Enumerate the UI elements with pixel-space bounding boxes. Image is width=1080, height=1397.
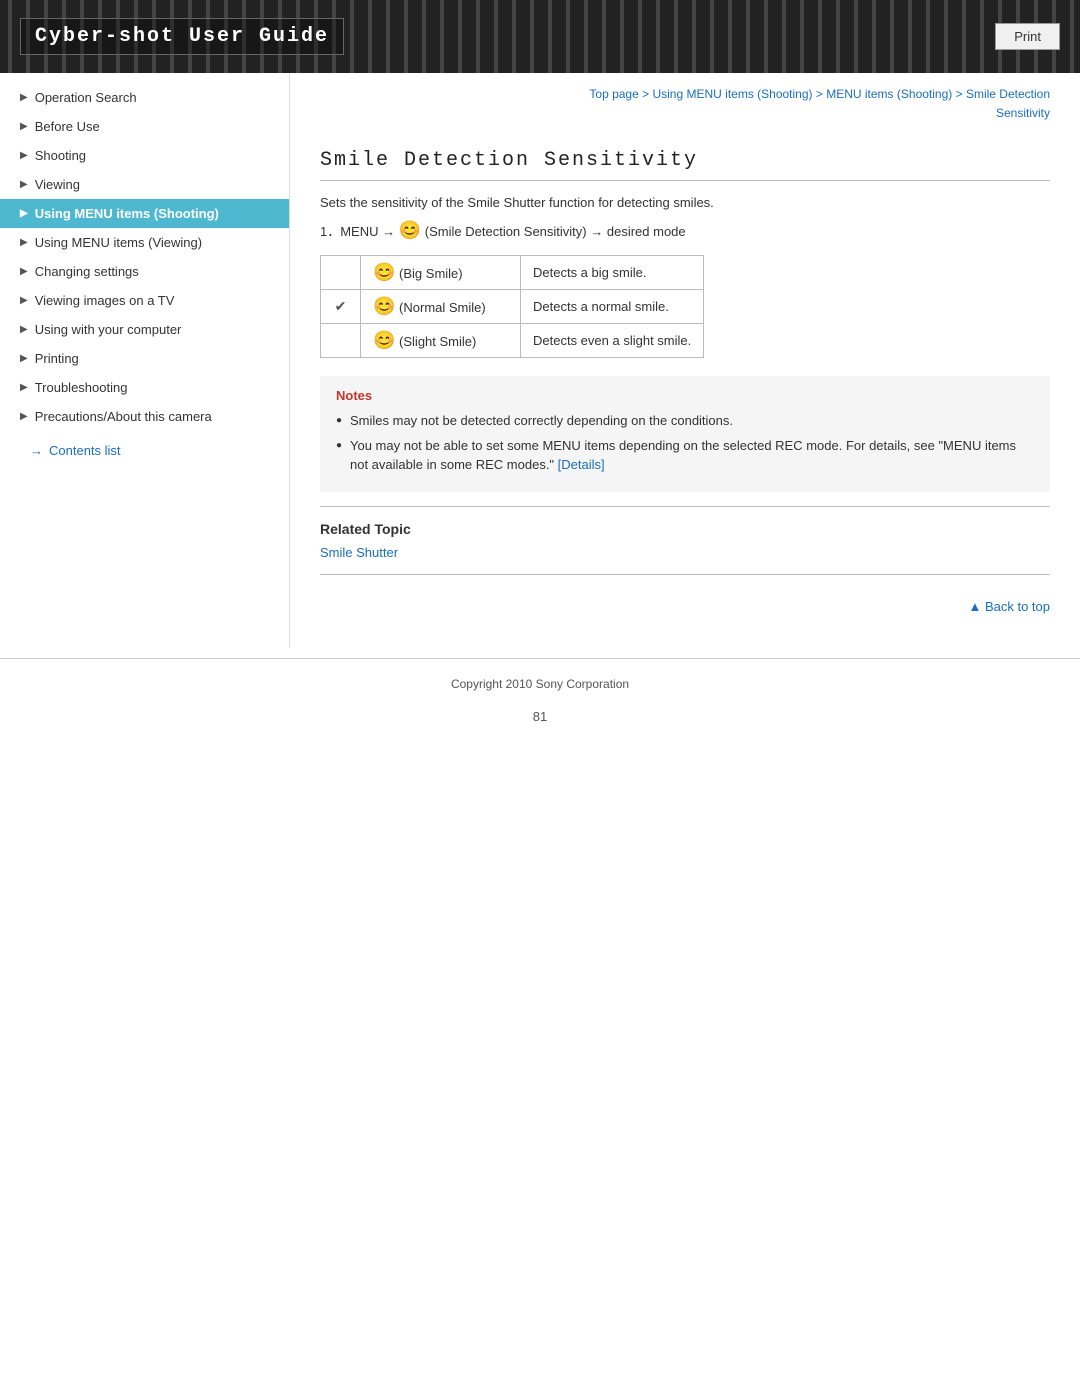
sidebar-arrow-11: ▶ xyxy=(20,411,28,422)
content-area: Top page > Using MENU items (Shooting) >… xyxy=(290,73,1080,648)
related-topic-title: Related Topic xyxy=(320,521,1050,537)
divider-after-notes xyxy=(320,506,1050,507)
sidebar-label-7: Viewing images on a TV xyxy=(35,293,175,308)
breadcrumb-shooting[interactable]: Using MENU items (Shooting) xyxy=(652,87,812,101)
sidebar-item-1[interactable]: ▶ Before Use xyxy=(0,112,289,141)
step-instruction: 1．MENU → 😊 (Smile Detection Sensitivity)… xyxy=(320,220,1050,241)
sidebar-label-0: Operation Search xyxy=(35,90,137,105)
sidebar-label-8: Using with your computer xyxy=(35,322,182,337)
row-name-0: 😊 (Big Smile) xyxy=(361,256,521,290)
breadcrumb-top[interactable]: Top page xyxy=(589,87,638,101)
header: Cyber-shot User Guide Print xyxy=(0,0,1080,73)
breadcrumb-menu-items[interactable]: MENU items (Shooting) xyxy=(826,87,952,101)
notes-title: Notes xyxy=(336,388,1034,403)
sidebar-item-10[interactable]: ▶ Troubleshooting xyxy=(0,373,289,402)
sidebar-item-9[interactable]: ▶ Printing xyxy=(0,344,289,373)
row-check-0 xyxy=(321,256,361,290)
row-name-1: 😊 (Normal Smile) xyxy=(361,290,521,324)
sidebar-arrow-1: ▶ xyxy=(20,121,28,132)
notes-list: Smiles may not be detected correctly dep… xyxy=(336,411,1034,475)
smile-icon-1: 😊 xyxy=(373,296,395,316)
sidebar-item-5[interactable]: ▶ Using MENU items (Viewing) xyxy=(0,228,289,257)
smile-icon-2: 😊 xyxy=(373,330,395,350)
sidebar-label-6: Changing settings xyxy=(35,264,139,279)
sidebar: ▶ Operation Search ▶ Before Use ▶ Shooting ▶ Vi… xyxy=(0,73,290,648)
sidebar-item-4[interactable]: ▶ Using MENU items (Shooting) xyxy=(0,199,289,228)
back-to-top: ▲ Back to top xyxy=(320,589,1050,618)
breadcrumb-current[interactable]: Smile DetectionSensitivity xyxy=(966,87,1050,120)
step-prefix: 1．MENU → xyxy=(320,224,395,239)
step-smile-icon: 😊 xyxy=(399,220,421,240)
breadcrumb-sep3: > xyxy=(956,87,966,101)
smile-icon-0: 😊 xyxy=(373,262,395,282)
sidebar-arrow-9: ▶ xyxy=(20,353,28,364)
row-desc-0: Detects a big smile. xyxy=(521,256,704,290)
table-row: 😊 (Big Smile)Detects a big smile. xyxy=(321,256,704,290)
app-title: Cyber-shot User Guide xyxy=(20,18,344,55)
related-topic-link[interactable]: Smile Shutter xyxy=(320,545,398,560)
note-item-1: Smiles may not be detected correctly dep… xyxy=(336,411,1034,431)
breadcrumb-sep2: > xyxy=(816,87,826,101)
contents-list[interactable]: → Contents list xyxy=(0,431,289,464)
print-button[interactable]: Print xyxy=(995,23,1060,50)
sidebar-label-5: Using MENU items (Viewing) xyxy=(35,235,202,250)
back-to-top-link[interactable]: ▲ Back to top xyxy=(968,599,1050,614)
sidebar-label-9: Printing xyxy=(35,351,79,366)
sidebar-arrow-2: ▶ xyxy=(20,150,28,161)
sidebar-label-2: Shooting xyxy=(35,148,86,163)
row-label-1: (Normal Smile) xyxy=(399,300,486,315)
checkmark-icon: ✔ xyxy=(335,298,347,314)
copyright: Copyright 2010 Sony Corporation xyxy=(0,658,1080,701)
sidebar-arrow-8: ▶ xyxy=(20,324,28,335)
sidebar-label-10: Troubleshooting xyxy=(35,380,128,395)
main-layout: ▶ Operation Search ▶ Before Use ▶ Shooting ▶ Vi… xyxy=(0,73,1080,648)
note-item-2: You may not be able to set some MENU ite… xyxy=(336,436,1034,475)
details-link[interactable]: [Details] xyxy=(558,457,605,472)
sidebar-arrow-7: ▶ xyxy=(20,295,28,306)
sidebar-arrow-6: ▶ xyxy=(20,266,28,277)
contents-list-arrow: → xyxy=(30,443,43,458)
sidebar-arrow-3: ▶ xyxy=(20,179,28,190)
table-row: ✔😊 (Normal Smile)Detects a normal smile. xyxy=(321,290,704,324)
step-suffix: desired mode xyxy=(607,224,686,239)
row-desc-1: Detects a normal smile. xyxy=(521,290,704,324)
sidebar-label-1: Before Use xyxy=(35,119,100,134)
smile-table: 😊 (Big Smile)Detects a big smile.✔😊 (Nor… xyxy=(320,255,704,358)
sidebar-label-11: Precautions/About this camera xyxy=(35,409,212,424)
sidebar-item-8[interactable]: ▶ Using with your computer xyxy=(0,315,289,344)
sidebar-item-6[interactable]: ▶ Changing settings xyxy=(0,257,289,286)
sidebar-arrow-4: ▶ xyxy=(20,208,28,219)
page-number: 81 xyxy=(0,701,1080,732)
description: Sets the sensitivity of the Smile Shutte… xyxy=(320,195,1050,210)
contents-list-label: Contents list xyxy=(49,443,121,458)
sidebar-label-4: Using MENU items (Shooting) xyxy=(35,206,219,221)
row-desc-2: Detects even a slight smile. xyxy=(521,324,704,358)
sidebar-item-3[interactable]: ▶ Viewing xyxy=(0,170,289,199)
step-middle: (Smile Detection Sensitivity) → xyxy=(425,224,603,239)
divider-after-related xyxy=(320,574,1050,575)
sidebar-arrow-5: ▶ xyxy=(20,237,28,248)
breadcrumb: Top page > Using MENU items (Shooting) >… xyxy=(320,73,1050,133)
sidebar-item-0[interactable]: ▶ Operation Search xyxy=(0,83,289,112)
row-check-2 xyxy=(321,324,361,358)
row-check-1: ✔ xyxy=(321,290,361,324)
sidebar-label-3: Viewing xyxy=(35,177,80,192)
row-label-0: (Big Smile) xyxy=(399,266,463,281)
sidebar-item-11[interactable]: ▶ Precautions/About this camera xyxy=(0,402,289,431)
row-name-2: 😊 (Slight Smile) xyxy=(361,324,521,358)
sidebar-item-2[interactable]: ▶ Shooting xyxy=(0,141,289,170)
table-row: 😊 (Slight Smile)Detects even a slight sm… xyxy=(321,324,704,358)
notes-box: Notes Smiles may not be detected correct… xyxy=(320,376,1050,492)
sidebar-arrow-0: ▶ xyxy=(20,92,28,103)
row-label-2: (Slight Smile) xyxy=(399,334,476,349)
sidebar-arrow-10: ▶ xyxy=(20,382,28,393)
page-title: Smile Detection Sensitivity xyxy=(320,149,1050,181)
sidebar-item-7[interactable]: ▶ Viewing images on a TV xyxy=(0,286,289,315)
breadcrumb-sep1: > xyxy=(642,87,652,101)
